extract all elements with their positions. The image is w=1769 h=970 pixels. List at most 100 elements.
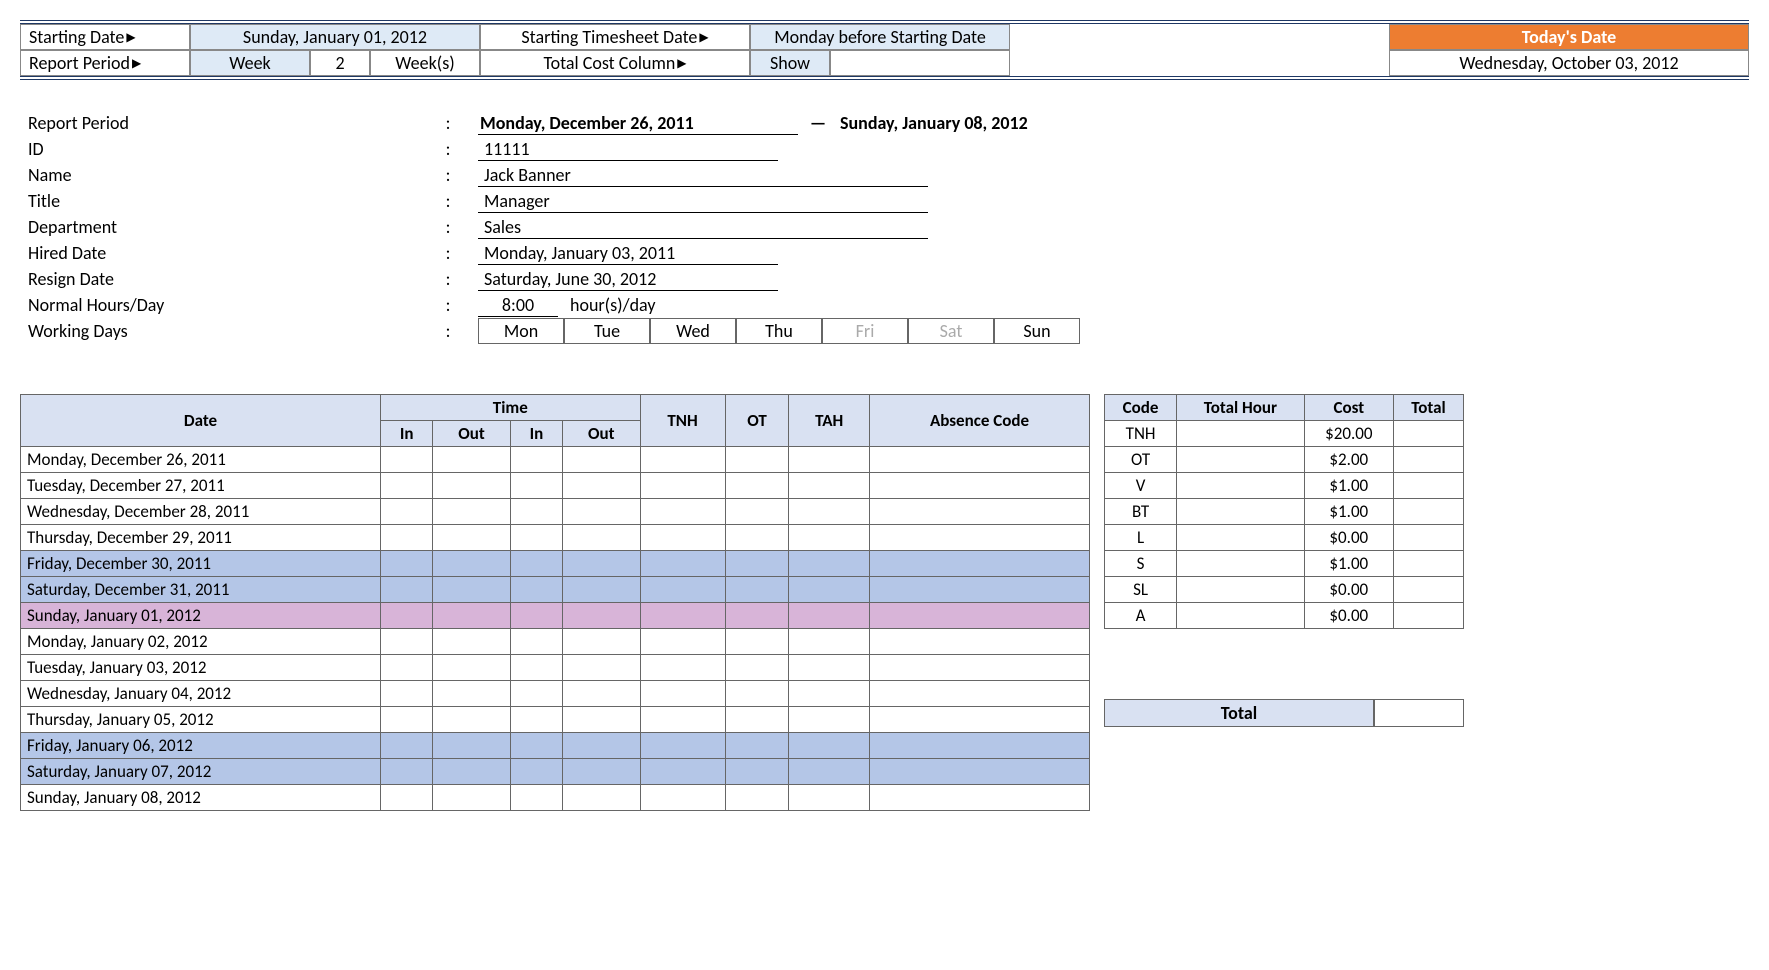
time-cell[interactable] xyxy=(510,733,562,759)
hired-value[interactable]: Monday, January 03, 2011 xyxy=(478,242,778,265)
time-cell[interactable] xyxy=(381,551,433,577)
time-cell[interactable] xyxy=(725,577,789,603)
code-cell-hour[interactable] xyxy=(1177,603,1305,629)
time-cell[interactable] xyxy=(789,525,870,551)
time-cell[interactable] xyxy=(789,447,870,473)
time-cell[interactable] xyxy=(510,603,562,629)
resign-value[interactable]: Saturday, June 30, 2012 xyxy=(478,268,778,291)
time-cell[interactable] xyxy=(870,551,1090,577)
time-cell[interactable] xyxy=(563,447,641,473)
time-cell[interactable] xyxy=(870,707,1090,733)
time-cell[interactable] xyxy=(870,681,1090,707)
code-cell-hour[interactable] xyxy=(1177,577,1305,603)
time-cell[interactable] xyxy=(725,759,789,785)
working-day-sat[interactable]: Sat xyxy=(908,318,994,344)
time-cell[interactable] xyxy=(870,577,1090,603)
time-cell[interactable] xyxy=(510,707,562,733)
time-cell[interactable] xyxy=(870,473,1090,499)
time-cell[interactable] xyxy=(563,577,641,603)
time-cell[interactable] xyxy=(725,603,789,629)
time-cell[interactable] xyxy=(725,655,789,681)
time-cell[interactable] xyxy=(640,655,725,681)
time-cell[interactable] xyxy=(433,473,511,499)
working-day-tue[interactable]: Tue xyxy=(564,318,650,344)
time-cell[interactable] xyxy=(870,629,1090,655)
time-cell[interactable] xyxy=(381,759,433,785)
time-cell[interactable] xyxy=(640,707,725,733)
time-cell[interactable] xyxy=(789,733,870,759)
time-cell[interactable] xyxy=(381,603,433,629)
time-cell[interactable] xyxy=(789,759,870,785)
total-cost-value[interactable]: Show xyxy=(750,50,830,76)
time-cell[interactable] xyxy=(563,707,641,733)
time-cell[interactable] xyxy=(381,785,433,811)
time-cell[interactable] xyxy=(433,629,511,655)
time-cell[interactable] xyxy=(510,785,562,811)
time-cell[interactable] xyxy=(789,655,870,681)
code-cell-hour[interactable] xyxy=(1177,447,1305,473)
time-cell[interactable] xyxy=(381,447,433,473)
time-cell[interactable] xyxy=(640,551,725,577)
time-cell[interactable] xyxy=(510,551,562,577)
time-cell[interactable] xyxy=(433,733,511,759)
starting-timesheet-value[interactable]: Monday before Starting Date xyxy=(750,24,1010,50)
time-cell[interactable] xyxy=(789,473,870,499)
time-cell[interactable] xyxy=(563,473,641,499)
time-cell[interactable] xyxy=(381,473,433,499)
time-cell[interactable] xyxy=(510,447,562,473)
working-day-sun[interactable]: Sun xyxy=(994,318,1080,344)
time-cell[interactable] xyxy=(433,681,511,707)
time-cell[interactable] xyxy=(510,759,562,785)
time-cell[interactable] xyxy=(640,629,725,655)
time-cell[interactable] xyxy=(789,681,870,707)
hours-value[interactable]: 8:00 xyxy=(478,294,558,317)
time-cell[interactable] xyxy=(640,759,725,785)
time-cell[interactable] xyxy=(433,759,511,785)
time-cell[interactable] xyxy=(563,551,641,577)
working-day-thu[interactable]: Thu xyxy=(736,318,822,344)
time-cell[interactable] xyxy=(870,499,1090,525)
code-cell-hour[interactable] xyxy=(1177,473,1305,499)
time-cell[interactable] xyxy=(510,473,562,499)
time-cell[interactable] xyxy=(640,499,725,525)
title-value[interactable]: Manager xyxy=(478,190,928,213)
time-cell[interactable] xyxy=(789,603,870,629)
time-cell[interactable] xyxy=(640,785,725,811)
time-cell[interactable] xyxy=(789,551,870,577)
time-cell[interactable] xyxy=(725,785,789,811)
time-cell[interactable] xyxy=(870,525,1090,551)
starting-date-value[interactable]: Sunday, January 01, 2012 xyxy=(190,24,480,50)
time-cell[interactable] xyxy=(789,577,870,603)
time-cell[interactable] xyxy=(381,629,433,655)
time-cell[interactable] xyxy=(433,707,511,733)
time-cell[interactable] xyxy=(640,447,725,473)
time-cell[interactable] xyxy=(725,525,789,551)
time-cell[interactable] xyxy=(510,577,562,603)
time-cell[interactable] xyxy=(725,499,789,525)
time-cell[interactable] xyxy=(563,603,641,629)
time-cell[interactable] xyxy=(381,733,433,759)
time-cell[interactable] xyxy=(563,785,641,811)
time-cell[interactable] xyxy=(870,733,1090,759)
time-cell[interactable] xyxy=(725,447,789,473)
time-cell[interactable] xyxy=(433,785,511,811)
time-cell[interactable] xyxy=(433,447,511,473)
time-cell[interactable] xyxy=(789,785,870,811)
time-cell[interactable] xyxy=(510,655,562,681)
time-cell[interactable] xyxy=(381,681,433,707)
time-cell[interactable] xyxy=(433,577,511,603)
time-cell[interactable] xyxy=(640,473,725,499)
time-cell[interactable] xyxy=(640,603,725,629)
time-cell[interactable] xyxy=(381,525,433,551)
time-cell[interactable] xyxy=(510,499,562,525)
time-cell[interactable] xyxy=(381,499,433,525)
time-cell[interactable] xyxy=(381,707,433,733)
report-period-unit[interactable]: Week xyxy=(190,50,310,76)
time-cell[interactable] xyxy=(510,681,562,707)
time-cell[interactable] xyxy=(563,681,641,707)
time-cell[interactable] xyxy=(725,733,789,759)
working-day-fri[interactable]: Fri xyxy=(822,318,908,344)
department-value[interactable]: Sales xyxy=(478,216,928,239)
time-cell[interactable] xyxy=(640,681,725,707)
code-cell-hour[interactable] xyxy=(1177,421,1305,447)
